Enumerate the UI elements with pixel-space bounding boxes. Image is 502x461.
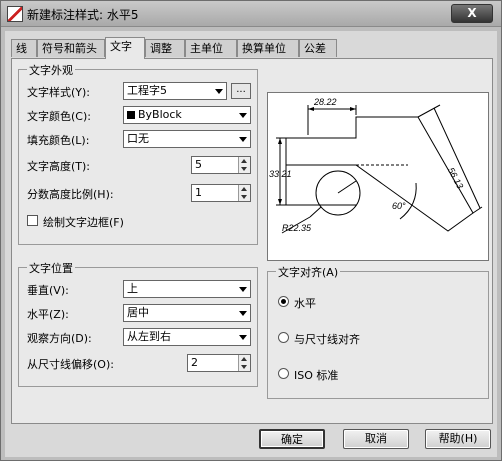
- up-arrow-icon: [241, 187, 247, 191]
- fill-color-select[interactable]: 口无: [123, 130, 251, 148]
- fill-color-label: 填充颜色(L):: [27, 134, 90, 147]
- fill-color-value: 口无: [127, 132, 149, 145]
- tab-tolerances[interactable]: 公差: [299, 39, 337, 57]
- tab-lines[interactable]: 线: [11, 39, 37, 57]
- arrow-icon: [350, 107, 356, 111]
- spinner-buttons[interactable]: [238, 185, 250, 201]
- spinner-buttons[interactable]: [238, 355, 250, 371]
- tab-symbols-arrows[interactable]: 符号和箭头: [37, 39, 105, 57]
- tab-primary-units[interactable]: 主单位: [185, 39, 237, 57]
- offset-spinner[interactable]: 2: [187, 354, 251, 372]
- fraction-scale-label: 分数高度比例(H):: [27, 188, 114, 201]
- text-placement-legend: 文字位置: [27, 260, 75, 276]
- view-direction-select[interactable]: 从左到右: [123, 328, 251, 346]
- chevron-down-icon: [239, 287, 247, 292]
- title-bar: 新建标注样式: 水平5 X: [1, 1, 501, 27]
- text-tab-panel: 文字外观 文字样式(Y): 工程字5 ... 文字颜色(C): ByBlock …: [11, 58, 493, 424]
- down-arrow-icon: [241, 167, 247, 171]
- up-arrow-icon: [241, 159, 247, 163]
- text-height-label: 文字高度(T):: [27, 160, 91, 173]
- spinner-buttons[interactable]: [238, 157, 250, 173]
- help-button[interactable]: 帮助(H): [425, 429, 491, 449]
- text-alignment-legend: 文字对齐(A): [276, 264, 341, 280]
- text-color-label: 文字颜色(C):: [27, 110, 91, 123]
- view-direction-value: 从左到右: [127, 330, 171, 343]
- app-icon: [7, 6, 23, 22]
- tab-fit[interactable]: 调整: [145, 39, 185, 57]
- text-style-browse-button[interactable]: ...: [231, 83, 251, 99]
- tab-text[interactable]: 文字: [105, 37, 145, 59]
- ext-line: [472, 206, 483, 214]
- arrow-icon: [278, 138, 282, 144]
- view-direction-label: 观察方向(D):: [27, 332, 92, 345]
- dim-line-slant: [433, 107, 481, 209]
- text-color-value: ByBlock: [138, 108, 182, 121]
- draw-frame-label: 绘制文字边框(F): [43, 216, 124, 229]
- draw-frame-checkbox[interactable]: [27, 215, 38, 226]
- dialog-window: 新建标注样式: 水平5 X 线 符号和箭头 文字 调整 主单位 换算单位 公差 …: [0, 0, 502, 461]
- cancel-button[interactable]: 取消: [343, 429, 409, 449]
- text-appearance-group: 文字外观 文字样式(Y): 工程字5 ... 文字颜色(C): ByBlock …: [18, 62, 258, 245]
- horizontal-label: 水平(Z):: [27, 308, 69, 321]
- chevron-down-icon: [239, 335, 247, 340]
- window-title: 新建标注样式: 水平5: [27, 8, 139, 22]
- chevron-down-icon: [239, 311, 247, 316]
- text-appearance-legend: 文字外观: [27, 62, 75, 78]
- dimension-preview-drawing: 28.22 33.21 56.13 60° R22.35: [269, 97, 483, 234]
- text-height-spinner[interactable]: 5: [191, 156, 251, 174]
- vertical-label: 垂直(V):: [27, 284, 69, 297]
- text-style-label: 文字样式(Y):: [27, 86, 91, 99]
- text-color-select[interactable]: ByBlock: [123, 106, 251, 124]
- arrow-icon: [278, 199, 282, 205]
- ok-button[interactable]: 确定: [259, 429, 325, 449]
- tab-alternate-units[interactable]: 换算单位: [237, 39, 299, 57]
- close-button[interactable]: X: [451, 4, 493, 23]
- text-style-value: 工程字5: [127, 84, 167, 97]
- dim-text-top: 28.22: [313, 97, 337, 107]
- radius-leader: [309, 206, 322, 218]
- align-with-dimline-label: 与尺寸线对齐: [294, 333, 360, 346]
- chevron-down-icon: [239, 113, 247, 118]
- align-iso-label: ISO 标准: [294, 369, 339, 382]
- align-with-dimline-radio[interactable]: [278, 332, 289, 343]
- align-horizontal-radio[interactable]: [278, 296, 289, 307]
- vertical-value: 上: [127, 282, 138, 295]
- radius-line: [337, 180, 357, 194]
- offset-label: 从尺寸线偏移(O):: [27, 358, 114, 371]
- fraction-scale-value: 1: [195, 186, 202, 199]
- fraction-scale-spinner[interactable]: 1: [191, 184, 251, 202]
- horizontal-select[interactable]: 居中: [123, 304, 251, 322]
- down-arrow-icon: [241, 195, 247, 199]
- align-horizontal-label: 水平: [294, 297, 316, 310]
- down-arrow-icon: [241, 365, 247, 369]
- vertical-select[interactable]: 上: [123, 280, 251, 298]
- chevron-down-icon: [215, 89, 223, 94]
- text-height-value: 5: [195, 158, 202, 171]
- align-iso-radio[interactable]: [278, 368, 289, 379]
- offset-value: 2: [191, 356, 198, 369]
- color-swatch-icon: [127, 111, 135, 119]
- ext-line: [417, 104, 441, 118]
- text-alignment-group: 文字对齐(A) 水平 与尺寸线对齐 ISO 标准: [267, 264, 489, 399]
- dialog-client: 线 符号和箭头 文字 调整 主单位 换算单位 公差 文字外观 文字样式(Y): …: [5, 31, 497, 457]
- dim-text-angle: 60°: [392, 201, 406, 211]
- preview-panel: 28.22 33.21 56.13 60° R22.35: [267, 92, 489, 261]
- horizontal-value: 居中: [127, 306, 149, 319]
- chevron-down-icon: [239, 137, 247, 142]
- text-style-select[interactable]: 工程字5: [123, 82, 227, 100]
- text-placement-group: 文字位置 垂直(V): 上 水平(Z): 居中 观察方向(D): 从左到右 从尺…: [18, 260, 258, 387]
- up-arrow-icon: [241, 357, 247, 361]
- dim-text-left: 33.21: [269, 169, 292, 179]
- arrow-icon: [308, 107, 314, 111]
- part-outline-lower: [285, 165, 356, 206]
